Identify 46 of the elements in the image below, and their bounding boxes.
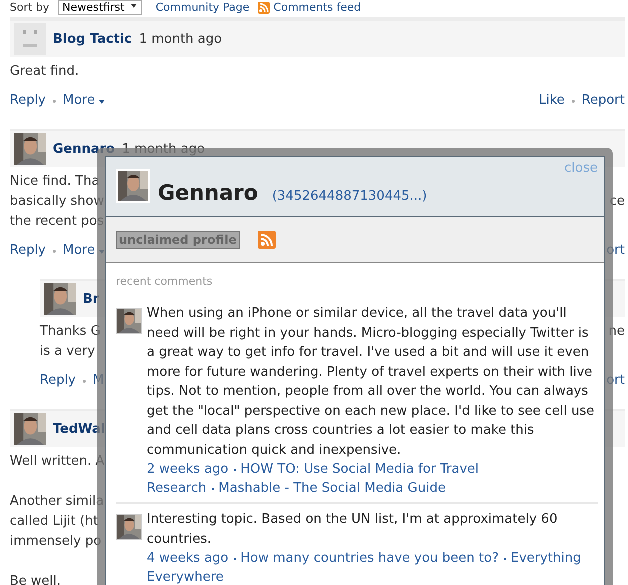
comment-link[interactable]: HOW TO: Use Social Media for Travel — [240, 460, 480, 479]
separator-dot — [83, 380, 86, 382]
comment-text: called Lijit (ht — [10, 513, 98, 531]
comment-link[interactable]: Everywhere — [147, 568, 224, 585]
community-page-link[interactable]: Community Page — [156, 1, 250, 14]
author-name[interactable]: Br — [83, 292, 100, 306]
comment-link[interactable]: 2 weeks ago — [147, 460, 229, 479]
comment-text: Great find. — [10, 63, 80, 81]
comment-link[interactable]: 4 weeks ago — [147, 549, 229, 568]
section-title: recent comments — [116, 275, 214, 288]
rss-icon — [258, 2, 270, 14]
action-link[interactable]: Report — [582, 91, 625, 111]
author-name[interactable]: TedWal — [53, 422, 106, 436]
profile-id-link[interactable]: (3452644887130445...) — [272, 189, 428, 204]
unclaimed-profile-badge: unclaimed profile — [116, 230, 240, 248]
author-name[interactable]: Gennaro — [53, 142, 116, 156]
sort-label: Sort by — [10, 1, 50, 14]
comment-text: immensely po — [10, 533, 102, 551]
comment-text: Nice find. Tha — [10, 173, 100, 191]
comment-link[interactable]: How many countries have you been to? — [240, 549, 499, 568]
comment-time: 1 month ago — [139, 32, 222, 46]
author-name[interactable]: Blog Tactic — [53, 32, 132, 46]
separator-dot — [53, 250, 56, 252]
rss-icon[interactable] — [258, 230, 276, 248]
action-link[interactable]: Reply — [10, 91, 46, 111]
comment-text: ne — [608, 323, 625, 341]
comment-text: is a very — [40, 343, 96, 361]
profile-name: Gennaro — [158, 183, 258, 204]
comment-text: the recent pos — [10, 213, 104, 231]
action-link[interactable]: Reply — [10, 241, 46, 261]
comments-feed-link[interactable]: Comments feed — [274, 1, 362, 14]
action-link[interactable]: Like — [538, 91, 565, 111]
separator-dot — [53, 100, 56, 102]
comment-text: Thanks G — [40, 323, 101, 341]
comment-text: When using an iPhone or similar device, all the travel data you'll need will be right in your hands. Micro-blogging especially Twitter is a great way to get info for travel. I've used a bit and will use it even more for future wandering. Plenty of travel experts on their with live tips. Not to mention, people from all over the world. You can always get the "local" perspective on each new place. I'd like to see cell use and cell data plans cross countries a lot easier to make this communication quick and inexpensive. — [147, 305, 596, 460]
more-dropdown[interactable]: More — [63, 91, 106, 111]
comment-text: basically show — [10, 193, 104, 211]
comment-text: Interesting topic. Based on the UN list, I'm at approximately 60 countries. — [147, 511, 559, 548]
comment-link[interactable]: Research — [147, 479, 207, 498]
separator-dot — [572, 100, 575, 102]
comment-link[interactable]: Everything — [510, 549, 582, 568]
comment-link[interactable]: Mashable - The Social Media Guide — [218, 479, 446, 498]
comment-text: ce — [610, 193, 625, 211]
comment-text: Be well. — [10, 573, 62, 585]
action-link[interactable]: Reply — [40, 371, 76, 391]
sort-dropdown[interactable]: Newestfirst — [58, 0, 142, 15]
